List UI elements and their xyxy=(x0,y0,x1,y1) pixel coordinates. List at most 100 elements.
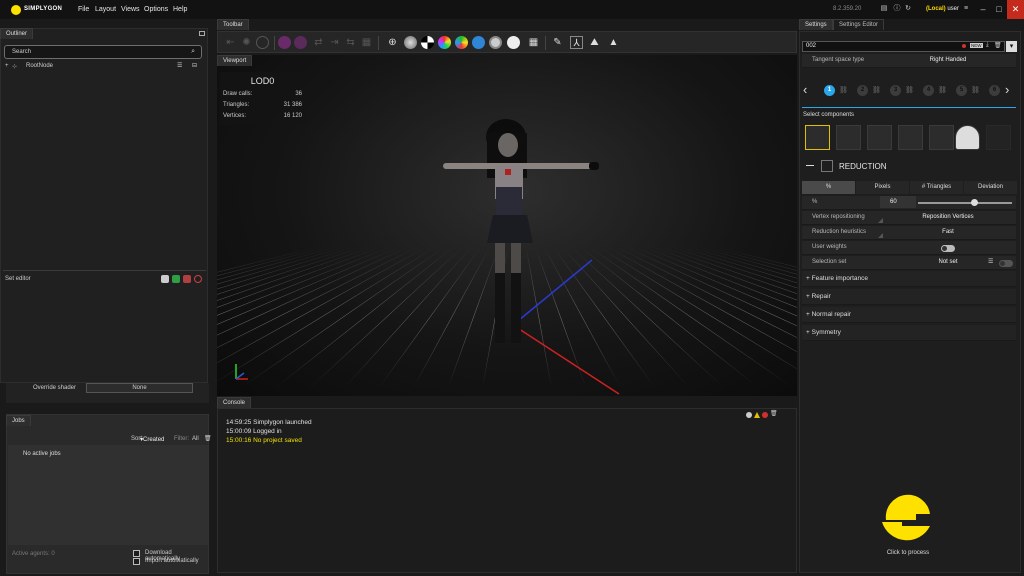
set-db-icon[interactable] xyxy=(161,275,169,283)
aggregation-component-icon[interactable] xyxy=(836,125,861,150)
pipeline-select[interactable]: 002 NEW ⤓ 🗑 xyxy=(802,41,1005,52)
menu-views[interactable]: Views xyxy=(121,6,140,13)
tool-sun-icon[interactable]: ✺ xyxy=(240,36,253,49)
tool-pen-icon[interactable]: ✎ xyxy=(551,36,564,49)
tab-settings-editor[interactable]: Settings Editor xyxy=(833,19,885,30)
mode-tab-deviation[interactable]: Deviation xyxy=(964,181,1017,194)
tool-shaded-sphere-icon[interactable] xyxy=(404,36,417,49)
impostor-component-icon[interactable] xyxy=(898,125,923,150)
step-5[interactable]: 5 xyxy=(956,85,967,96)
console-info-icon[interactable] xyxy=(746,412,752,418)
bone-reduction-icon[interactable] xyxy=(929,125,954,150)
info-icon[interactable]: ⓘ xyxy=(893,5,901,13)
tab-jobs[interactable]: Jobs xyxy=(6,415,31,426)
import-auto-checkbox[interactable] xyxy=(133,558,140,565)
console-error-icon[interactable] xyxy=(762,412,768,418)
tool-material-b-icon[interactable] xyxy=(294,36,307,49)
tool-mountain-icon[interactable]: ▲ xyxy=(607,36,620,49)
root-node[interactable]: RootNode xyxy=(26,63,53,69)
refresh-icon[interactable]: ↻ xyxy=(904,5,912,13)
new-badge[interactable]: NEW xyxy=(970,43,983,48)
selection-set-db-icon[interactable]: ☰ xyxy=(988,258,993,265)
pipeline-dropdown-button[interactable]: ▾ xyxy=(1006,41,1017,52)
mode-tab-percent[interactable]: % xyxy=(802,181,855,194)
mode-tab-pixels[interactable]: Pixels xyxy=(856,181,909,194)
user-label[interactable]: (Local) user xyxy=(926,6,959,12)
tool-split-icon[interactable]: ⇥ xyxy=(328,36,341,49)
tangent-space-select[interactable]: Right Handed xyxy=(880,57,1016,63)
console-warning-icon[interactable] xyxy=(754,412,760,418)
step-3[interactable]: 3 xyxy=(890,85,901,96)
download-icon[interactable]: ⤓ xyxy=(986,42,989,49)
tool-record-icon[interactable] xyxy=(489,36,502,49)
tool-checker-icon[interactable] xyxy=(421,36,434,49)
tool-sphere-icon[interactable] xyxy=(256,36,269,49)
remeshing-component-icon[interactable] xyxy=(867,125,892,150)
menu-layout[interactable]: Layout xyxy=(95,6,116,13)
expand-icon[interactable]: + xyxy=(5,63,9,69)
console-clear-icon[interactable]: 🗑 xyxy=(770,410,778,417)
selection-set-select[interactable]: Not set xyxy=(880,259,1016,265)
next-step-icon[interactable]: › xyxy=(1005,82,1009,97)
tab-console[interactable]: Console xyxy=(217,397,252,408)
tab-settings[interactable]: Settings xyxy=(799,19,833,30)
search-input[interactable]: Search ⌕ xyxy=(4,45,202,59)
section-repair[interactable]: + Repair xyxy=(802,289,1016,305)
panel-maximize-icon[interactable] xyxy=(199,31,205,36)
process-button[interactable] xyxy=(876,490,940,548)
section-symmetry[interactable]: + Symmetry xyxy=(802,325,1016,341)
maximize-button[interactable]: □ xyxy=(991,0,1007,19)
set-add-icon[interactable] xyxy=(172,275,180,283)
tool-color-wheel-icon[interactable] xyxy=(438,36,451,49)
menu-help[interactable]: Help xyxy=(173,6,187,13)
vertex-repositioning-select[interactable]: Reposition Vertices xyxy=(880,214,1016,220)
section-feature-importance[interactable]: + Feature importance xyxy=(802,271,1016,287)
reduction-component-icon[interactable] xyxy=(805,125,830,150)
tool-wire-sphere-icon[interactable]: ⊕ xyxy=(386,36,399,49)
menu-options[interactable]: Options xyxy=(144,6,168,13)
tool-move-icon[interactable]: ⇤ xyxy=(224,36,237,49)
menu-file[interactable]: File xyxy=(78,6,89,13)
set-clear-icon[interactable] xyxy=(194,275,202,283)
section-normal-repair[interactable]: + Normal repair xyxy=(802,307,1016,323)
download-auto-checkbox[interactable] xyxy=(133,550,140,557)
mode-tab-triangles[interactable]: # Triangles xyxy=(910,181,963,194)
selection-set-toggle[interactable] xyxy=(999,260,1013,267)
trash-icon[interactable]: 🗑 xyxy=(204,435,212,442)
tool-normals-icon[interactable] xyxy=(472,36,485,49)
tool-terrain-icon[interactable]: ⛰ xyxy=(588,36,601,49)
collapse-icon[interactable] xyxy=(806,165,814,166)
step-1[interactable]: 1 xyxy=(824,85,835,96)
layout-icon[interactable]: ▤ xyxy=(880,5,888,13)
user-weights-toggle[interactable] xyxy=(941,245,955,252)
tool-uv-icon[interactable] xyxy=(455,36,468,49)
filter-select[interactable]: All xyxy=(192,436,199,442)
step-4[interactable]: 4 xyxy=(923,85,934,96)
occlusion-component-icon[interactable] xyxy=(955,125,980,150)
tool-material-a-icon[interactable] xyxy=(278,36,291,49)
cage-component-icon[interactable] xyxy=(986,125,1011,150)
viewport-3d[interactable]: LOD0 Draw calls: 36 Triangles: 31 386 Vert… xyxy=(217,55,797,396)
tab-viewport[interactable]: Viewport xyxy=(217,55,253,66)
percent-input[interactable]: 60 xyxy=(880,196,916,208)
tool-grid-icon[interactable]: ▦ xyxy=(527,36,540,49)
step-2[interactable]: 2 xyxy=(857,85,868,96)
user-menu-icon[interactable]: ≡ xyxy=(962,5,970,13)
percent-slider-track[interactable] xyxy=(918,202,1012,204)
delete-icon[interactable]: 🗑 xyxy=(994,42,1002,49)
tool-arrows-icon[interactable]: ⇄ xyxy=(312,36,325,49)
tool-ambient-icon[interactable] xyxy=(507,36,520,49)
tab-toolbar[interactable]: Toolbar xyxy=(217,19,249,30)
minimize-button[interactable]: – xyxy=(975,0,991,19)
outliner-list-icon[interactable]: ☰ xyxy=(177,62,182,69)
prev-step-icon[interactable]: ‹ xyxy=(803,82,807,97)
step-6[interactable]: 6 xyxy=(989,85,1000,96)
tool-axis-icon[interactable]: ⅄ xyxy=(570,36,583,49)
set-remove-icon[interactable] xyxy=(183,275,191,283)
tool-merge-icon[interactable]: ⇆ xyxy=(344,36,357,49)
reduction-heuristics-select[interactable]: Fast xyxy=(880,229,1016,235)
percent-slider-handle[interactable] xyxy=(971,199,979,206)
tab-outliner[interactable]: Outliner xyxy=(0,28,34,39)
outliner-filter-icon[interactable]: ⊟ xyxy=(192,62,197,69)
override-shader-select[interactable]: None xyxy=(86,383,193,393)
